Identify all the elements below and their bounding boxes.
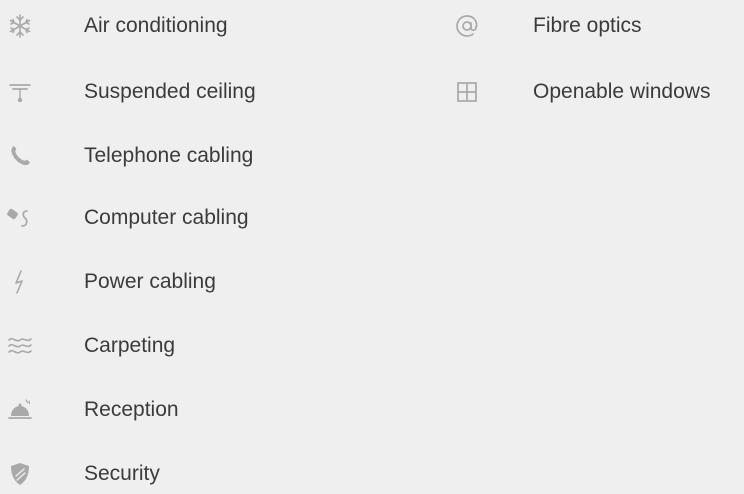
amenity-label: Reception [84, 398, 179, 421]
amenity-label: Suspended ceiling [84, 80, 256, 103]
snowflake-icon [6, 12, 34, 40]
amenity-label: Telephone cabling [84, 144, 254, 167]
carpet-waves-icon [6, 332, 34, 360]
amenity-label: Air conditioning [84, 14, 228, 37]
at-sign-icon [453, 12, 481, 40]
phone-icon [6, 142, 34, 170]
amenity-label: Computer cabling [84, 206, 249, 229]
window-icon [453, 78, 481, 106]
amenity-label: Carpeting [84, 334, 176, 357]
shield-icon [6, 460, 34, 488]
lightning-icon [6, 268, 34, 296]
amenity-label: Security [84, 462, 160, 485]
network-plug-icon [6, 204, 34, 232]
reception-bell-icon [6, 396, 34, 424]
amenity-label: Fibre optics [533, 14, 642, 37]
amenity-label: Openable windows [533, 80, 711, 103]
ceiling-lamp-icon [6, 78, 34, 106]
amenities-list: Air conditioning Suspended ceiling Telep… [0, 0, 744, 491]
amenity-label: Power cabling [84, 270, 216, 293]
